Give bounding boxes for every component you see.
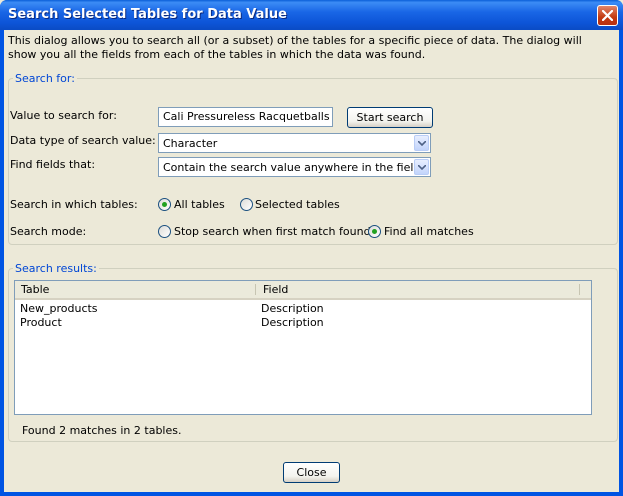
- table-cell[interactable]: Product: [20, 316, 62, 329]
- window-title: Search Selected Tables for Data Value: [8, 7, 287, 22]
- search-for-legend: Search for:: [13, 72, 77, 85]
- column-header-field[interactable]: Field: [257, 281, 577, 298]
- datatype-select[interactable]: Character: [158, 133, 431, 153]
- dialog-client: This dialog allows you to search all (or…: [4, 30, 619, 492]
- find-all-label[interactable]: Find all matches: [384, 225, 474, 238]
- radio-find-all[interactable]: [368, 225, 381, 238]
- results-list[interactable]: Table Field New_products Description Pro…: [14, 280, 592, 415]
- title-bar[interactable]: Search Selected Tables for Data Value: [0, 0, 623, 30]
- search-results-legend: Search results:: [13, 262, 99, 275]
- stop-first-label[interactable]: Stop search when first match found: [174, 225, 371, 238]
- find-fields-label: Find fields that:: [10, 158, 96, 171]
- column-separator[interactable]: [255, 284, 256, 295]
- mode-label: Search mode:: [10, 225, 87, 238]
- find-fields-value: Contain the search value anywhere in the…: [163, 161, 421, 174]
- close-icon: [602, 10, 613, 21]
- datatype-label: Data type of search value:: [10, 134, 156, 147]
- close-button-label: Close: [296, 466, 327, 479]
- chevron-down-icon[interactable]: [414, 135, 429, 151]
- chevron-down-icon[interactable]: [414, 159, 429, 175]
- all-tables-label[interactable]: All tables: [174, 198, 225, 211]
- radio-stop-first[interactable]: [158, 225, 171, 238]
- start-search-label: Start search: [356, 111, 424, 124]
- column-header-table[interactable]: Table: [15, 281, 255, 298]
- column-separator[interactable]: [579, 284, 580, 295]
- find-fields-select[interactable]: Contain the search value anywhere in the…: [158, 157, 431, 177]
- window-close-button[interactable]: [597, 5, 618, 26]
- table-cell[interactable]: New_products: [20, 302, 98, 315]
- intro-text: This dialog allows you to search all (or…: [8, 34, 582, 61]
- radio-selected-tables[interactable]: [240, 198, 253, 211]
- dialog-window: Search Selected Tables for Data Value Th…: [0, 0, 623, 496]
- field-cell[interactable]: Description: [261, 316, 324, 329]
- radio-all-tables[interactable]: [158, 198, 171, 211]
- tables-label: Search in which tables:: [10, 198, 138, 211]
- field-cell[interactable]: Description: [261, 302, 324, 315]
- start-search-button[interactable]: Start search: [347, 107, 433, 128]
- datatype-value: Character: [163, 137, 218, 150]
- selected-tables-label[interactable]: Selected tables: [255, 198, 340, 211]
- results-header: Table Field: [15, 281, 591, 300]
- close-button[interactable]: Close: [283, 462, 340, 483]
- search-value-input[interactable]: Cali Pressureless Racquetballs: [158, 107, 333, 127]
- results-status: Found 2 matches in 2 tables.: [22, 424, 182, 437]
- value-label: Value to search for:: [10, 109, 117, 122]
